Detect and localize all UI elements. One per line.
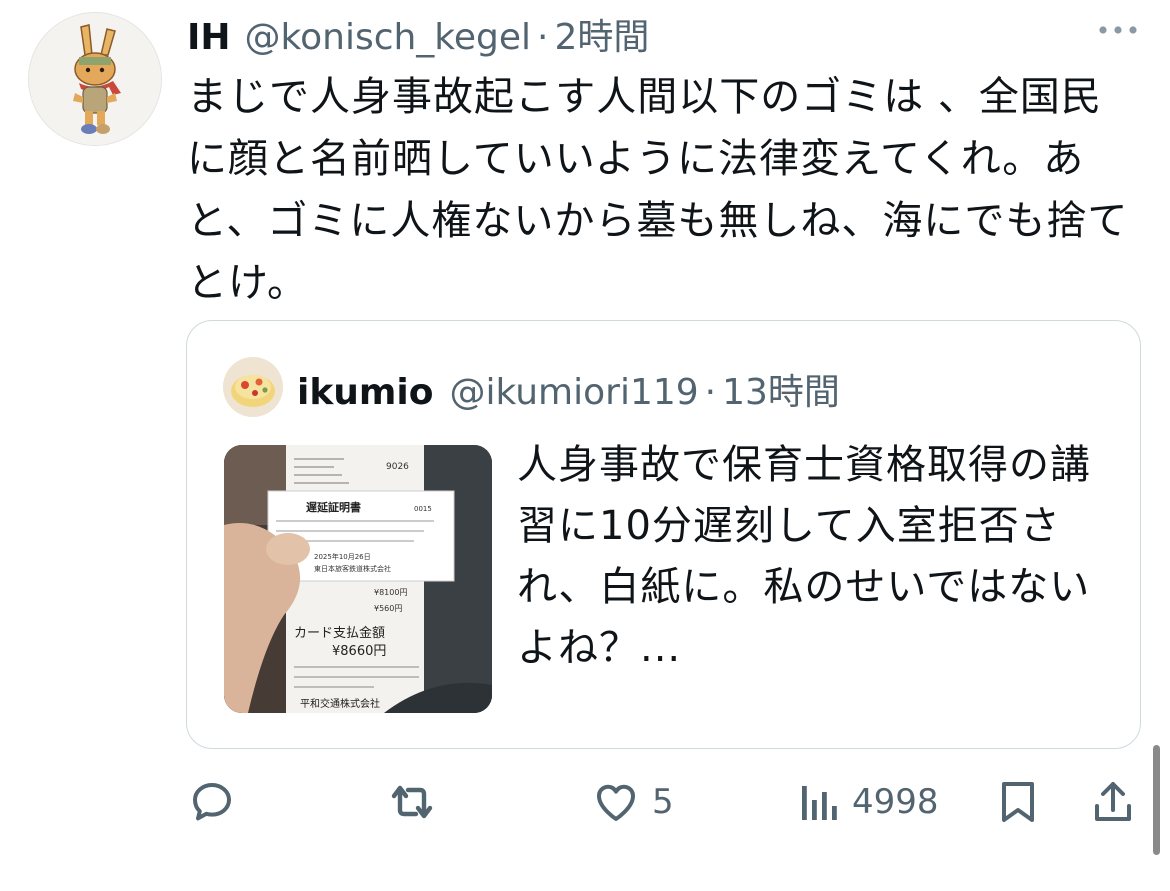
- scrollbar[interactable]: [1153, 745, 1160, 855]
- more-dots-icon: [1099, 26, 1137, 34]
- header-separator: ·: [537, 17, 549, 58]
- rabbit-character-avatar-icon: [29, 13, 161, 145]
- more-options-button[interactable]: [1095, 20, 1141, 40]
- certificate-date: 2025年10月26日: [314, 552, 371, 561]
- avatar[interactable]: [28, 12, 162, 146]
- retweet-button[interactable]: [386, 770, 438, 834]
- retweet-icon: [391, 785, 433, 819]
- tweet-timestamp[interactable]: 2時間: [554, 8, 649, 60]
- views-button[interactable]: 4998: [796, 770, 939, 834]
- receipt-photo: 9026 遅延証明書 0015 2025年10月26日 東日本旅客鉄道株式会社 …: [224, 445, 492, 713]
- receipt-toll: ¥560円: [374, 604, 402, 613]
- quoted-avatar[interactable]: [223, 357, 283, 417]
- receipt-fare: ¥8100円: [374, 588, 407, 597]
- views-count: 4998: [852, 782, 939, 822]
- bookmark-icon: [1002, 782, 1034, 822]
- views-icon: [802, 786, 837, 820]
- receipt-number: 9026: [386, 462, 409, 472]
- share-button[interactable]: [1090, 770, 1136, 834]
- reply-button[interactable]: [188, 770, 236, 834]
- quoted-author-name[interactable]: ikumio: [297, 372, 434, 413]
- quoted-separator: ·: [704, 372, 717, 413]
- certificate-company: 東日本旅客鉄道株式会社: [314, 564, 391, 573]
- like-count: 5: [652, 782, 674, 822]
- share-icon: [1095, 782, 1131, 821]
- certificate-title: 遅延証明書: [306, 500, 361, 514]
- bookmark-button[interactable]: [996, 770, 1040, 834]
- author-handle[interactable]: @konisch_kegel: [245, 17, 532, 58]
- like-button[interactable]: 5: [592, 770, 674, 834]
- quoted-timestamp[interactable]: 13時間: [722, 363, 840, 415]
- certificate-number: 0015: [414, 505, 432, 513]
- quoted-author-handle[interactable]: @ikumiori119: [450, 372, 699, 413]
- quoted-media-image[interactable]: 9026 遅延証明書 0015 2025年10月26日 東日本旅客鉄道株式会社 …: [224, 445, 492, 713]
- receipt-company: 平和交通株式会社: [300, 697, 380, 710]
- food-photo-avatar-icon: [223, 357, 283, 417]
- action-bar: 5 4998: [0, 770, 1170, 840]
- tweet-header: IH @konisch_kegel · 2時間: [187, 8, 649, 58]
- receipt-card-label: カード支払金額: [294, 625, 385, 641]
- heart-icon: [597, 784, 635, 821]
- quoted-text: 人身事故で保育士資格取得の講習に10分遅刻して入室拒否され、白紙に。私のせいでは…: [517, 442, 1091, 671]
- quoted-tweet[interactable]: ikumio @ikumiori119 · 13時間 9026 遅延証明書 00…: [186, 320, 1141, 749]
- receipt-amount: ¥8660円: [332, 644, 386, 659]
- quoted-header: ikumio @ikumiori119 · 13時間: [297, 363, 840, 415]
- author-name[interactable]: IH: [187, 17, 231, 58]
- reply-icon: [193, 783, 231, 821]
- tweet-text: まじで人身事故起こす人間以下のゴミは 、全国民に顔と名前晒していいように法律変え…: [187, 74, 1129, 306]
